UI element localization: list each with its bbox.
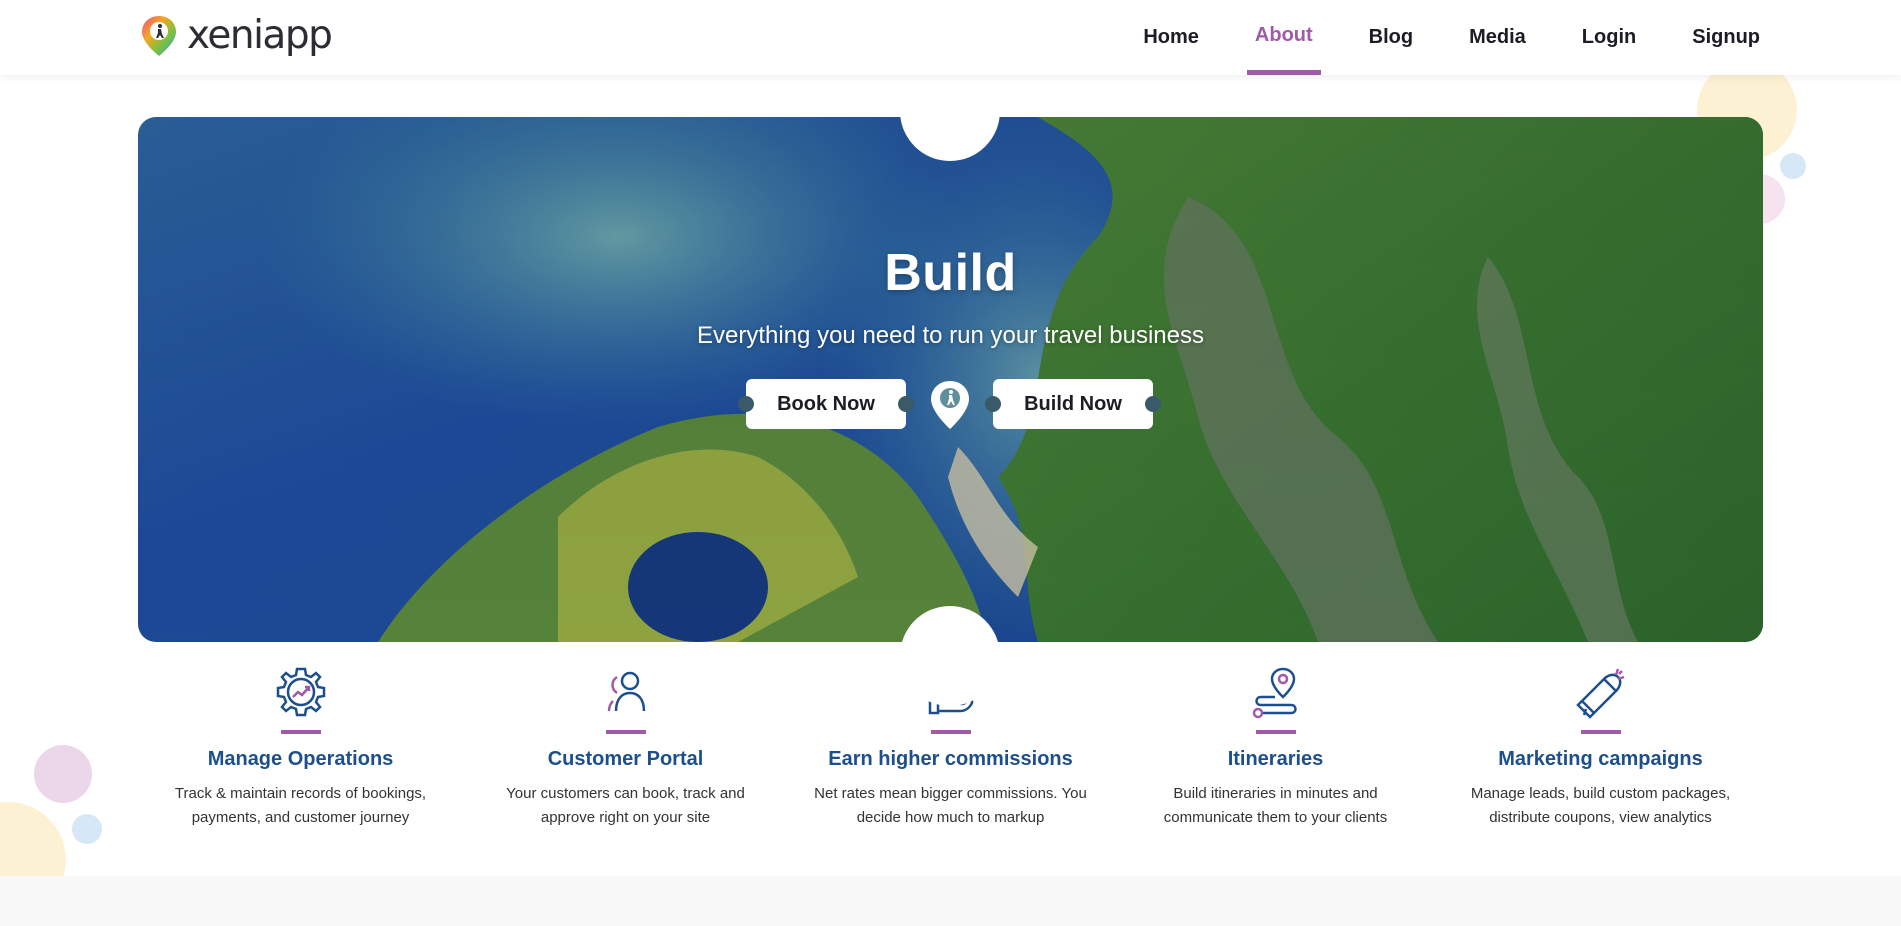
- feature-description: Track & maintain records of bookings, pa…: [174, 785, 427, 826]
- nav-blog[interactable]: Blog: [1369, 0, 1413, 75]
- feature-card: Manage Operations Track & maintain recor…: [138, 660, 463, 840]
- feature-card: Marketing campaigns Manage leads, build …: [1438, 660, 1763, 840]
- feature-title: Marketing campaigns: [1498, 748, 1703, 770]
- feature-card: Customer Portal Your customers can book,…: [463, 660, 788, 840]
- hero-notch: [900, 606, 1000, 706]
- hero-notch: [900, 61, 1000, 161]
- feature-divider: [930, 730, 971, 734]
- nav-login[interactable]: Login: [1582, 0, 1636, 75]
- hero-content: Build Everything you need to run your tr…: [138, 117, 1763, 642]
- user-icon: [607, 671, 645, 712]
- build-now-button[interactable]: Build Now: [985, 379, 1161, 429]
- feature-title: Itineraries: [1227, 748, 1324, 770]
- feature-divider: [280, 730, 321, 734]
- logo-text: xeniapp: [187, 13, 333, 58]
- traveler-pin-icon: [931, 381, 969, 429]
- nav-signup[interactable]: Signup: [1692, 0, 1760, 75]
- site-header: xeniapp Home About Blog Media Login Sign…: [0, 0, 1901, 75]
- feature-description: Net rates mean bigger commissions. You d…: [814, 785, 1087, 826]
- decorative-circle: [72, 814, 102, 844]
- feature-title: Earn higher commissions: [828, 748, 1073, 770]
- feature-description: Manage leads, build custom packages, dis…: [1470, 785, 1731, 826]
- nav-home[interactable]: Home: [1143, 0, 1199, 75]
- decorative-circle: [1780, 153, 1806, 179]
- feature-divider: [1255, 730, 1296, 734]
- book-now-button[interactable]: Book Now: [738, 379, 914, 429]
- decorative-circle: [34, 745, 92, 803]
- hero-title: Build: [884, 244, 1017, 302]
- nav-media[interactable]: Media: [1469, 0, 1526, 75]
- logo-pin-icon: [142, 16, 176, 56]
- hero-banner: Build Everything you need to run your tr…: [138, 117, 1763, 642]
- feature-title: Customer Portal: [547, 748, 704, 770]
- logo[interactable]: xeniapp: [140, 13, 333, 58]
- map-route-icon: [1252, 667, 1297, 719]
- feature-title: Manage Operations: [207, 748, 394, 770]
- hero-subtitle: Everything you need to run your travel b…: [697, 322, 1204, 349]
- gear-chart-icon: [276, 667, 325, 717]
- megaphone-icon: [1575, 668, 1624, 719]
- next-section-band: [0, 876, 1901, 926]
- nav-about[interactable]: About: [1246, 0, 1321, 75]
- feature-description: Build itineraries in minutes and communi…: [1163, 785, 1388, 826]
- feature-divider: [1580, 730, 1621, 734]
- main-nav: Home About Blog Media Login Signup: [1087, 0, 1760, 75]
- feature-card: Itineraries Build itineraries in minutes…: [1113, 660, 1438, 840]
- feature-divider: [605, 730, 646, 734]
- feature-description: Your customers can book, track and appro…: [506, 785, 745, 826]
